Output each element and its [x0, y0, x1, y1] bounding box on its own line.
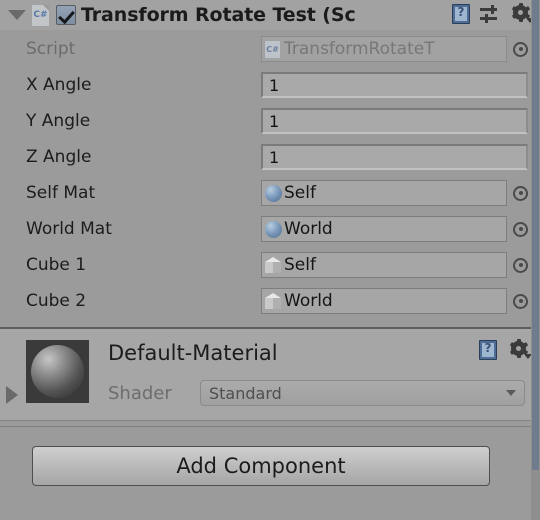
- inspector-footer: Add Component: [0, 421, 540, 509]
- preset-icon-knob-1: [491, 5, 494, 14]
- property-row-x-angle: X Angle 1: [0, 67, 540, 103]
- material-sphere-icon: [265, 220, 282, 238]
- material-section: Default-Material ? Shader Standard: [0, 329, 540, 421]
- object-picker-icon-self-mat[interactable]: [513, 185, 528, 201]
- cube-icon-right-face: [273, 297, 281, 309]
- preset-icon-line-2: [480, 17, 497, 20]
- header-icon-group: ?: [450, 2, 534, 25]
- chevron-down-icon: [506, 390, 516, 396]
- z-angle-input[interactable]: 1: [261, 144, 528, 170]
- cs-script-icon: C#: [265, 40, 280, 58]
- material-sphere-icon: [265, 184, 282, 202]
- vertical-scrollbar-track[interactable]: [531, 0, 540, 520]
- property-label: World Mat: [26, 219, 112, 239]
- property-label: Z Angle: [26, 147, 92, 167]
- property-row-cube-1: Cube 1 Self: [0, 247, 540, 283]
- gear-icon[interactable]: [509, 338, 532, 361]
- shader-label: Shader: [108, 383, 172, 404]
- csharp-script-icon: C#: [32, 4, 49, 26]
- object-picker-icon-world-mat[interactable]: [513, 221, 528, 237]
- script-object-value: TransformRotateT: [284, 39, 435, 59]
- property-row-self-mat: Self Mat Self: [0, 175, 540, 211]
- self-mat-value: Self: [284, 183, 316, 203]
- property-row-cube-2: Cube 2 World: [0, 283, 540, 319]
- add-component-button[interactable]: Add Component: [32, 446, 490, 486]
- property-row-z-angle: Z Angle 1: [0, 139, 540, 175]
- property-label: X Angle: [26, 75, 92, 95]
- material-foldout-icon[interactable]: [6, 386, 18, 404]
- property-row-script: Script C# TransformRotateT: [0, 31, 540, 67]
- object-picker-icon-cube-2[interactable]: [513, 293, 528, 309]
- property-label: Y Angle: [26, 111, 91, 131]
- self-mat-object-field[interactable]: Self: [261, 180, 507, 206]
- help-icon-question: ?: [457, 5, 465, 19]
- preset-icon-line-1: [480, 8, 497, 11]
- material-name: Default-Material: [108, 341, 278, 365]
- help-icon[interactable]: ?: [477, 339, 498, 361]
- csharp-script-icon-label: C#: [33, 9, 48, 20]
- property-row-y-angle: Y Angle 1: [0, 103, 540, 139]
- preset-icon[interactable]: [480, 4, 502, 24]
- property-label: Script: [26, 39, 76, 59]
- property-label: Self Mat: [26, 183, 96, 203]
- property-row-world-mat: World Mat World: [0, 211, 540, 247]
- help-icon[interactable]: ?: [450, 3, 471, 25]
- component-header[interactable]: C# Transform Rotate Test (Sc ?: [0, 0, 540, 30]
- component-enabled-checkbox[interactable]: [56, 5, 76, 25]
- cube-icon-left-face: [265, 261, 273, 273]
- gameobject-cube-icon: [265, 256, 282, 274]
- shader-dropdown[interactable]: Standard: [200, 380, 525, 406]
- gear-icon-hole: [516, 345, 521, 351]
- cube-icon-right-face: [273, 261, 281, 273]
- script-object-field[interactable]: C# TransformRotateT: [261, 36, 507, 62]
- x-angle-input[interactable]: 1: [261, 72, 528, 98]
- gear-icon-hole: [518, 9, 523, 15]
- material-preview: [26, 340, 89, 403]
- component-foldout-icon[interactable]: [8, 10, 26, 20]
- gameobject-cube-icon: [265, 292, 282, 310]
- object-picker-icon-cube-1[interactable]: [513, 257, 528, 273]
- property-label: Cube 2: [26, 291, 87, 311]
- cube-2-value: World: [284, 291, 333, 311]
- object-picker-icon-script[interactable]: [513, 41, 528, 57]
- inspector-panel: C# Transform Rotate Test (Sc ? Script C#…: [0, 0, 540, 520]
- material-icon-group: ?: [477, 338, 532, 361]
- preset-icon-knob-2: [485, 14, 488, 23]
- help-icon-question: ?: [484, 341, 492, 355]
- world-mat-object-field[interactable]: World: [261, 216, 507, 242]
- world-mat-value: World: [284, 219, 333, 239]
- material-preview-sphere: [31, 345, 84, 398]
- component-title: Transform Rotate Test (Sc: [81, 4, 356, 26]
- y-angle-input[interactable]: 1: [261, 108, 528, 134]
- property-list: Script C# TransformRotateT X Angle 1 Y A…: [0, 30, 540, 319]
- cube-1-value: Self: [284, 255, 316, 275]
- footer-divider: [0, 426, 540, 427]
- property-label: Cube 1: [26, 255, 87, 275]
- shader-dropdown-value: Standard: [209, 383, 282, 403]
- vertical-scrollbar-thumb[interactable]: [532, 0, 539, 470]
- cube-1-object-field[interactable]: Self: [261, 252, 507, 278]
- cube-icon-left-face: [265, 297, 273, 309]
- cube-2-object-field[interactable]: World: [261, 288, 507, 314]
